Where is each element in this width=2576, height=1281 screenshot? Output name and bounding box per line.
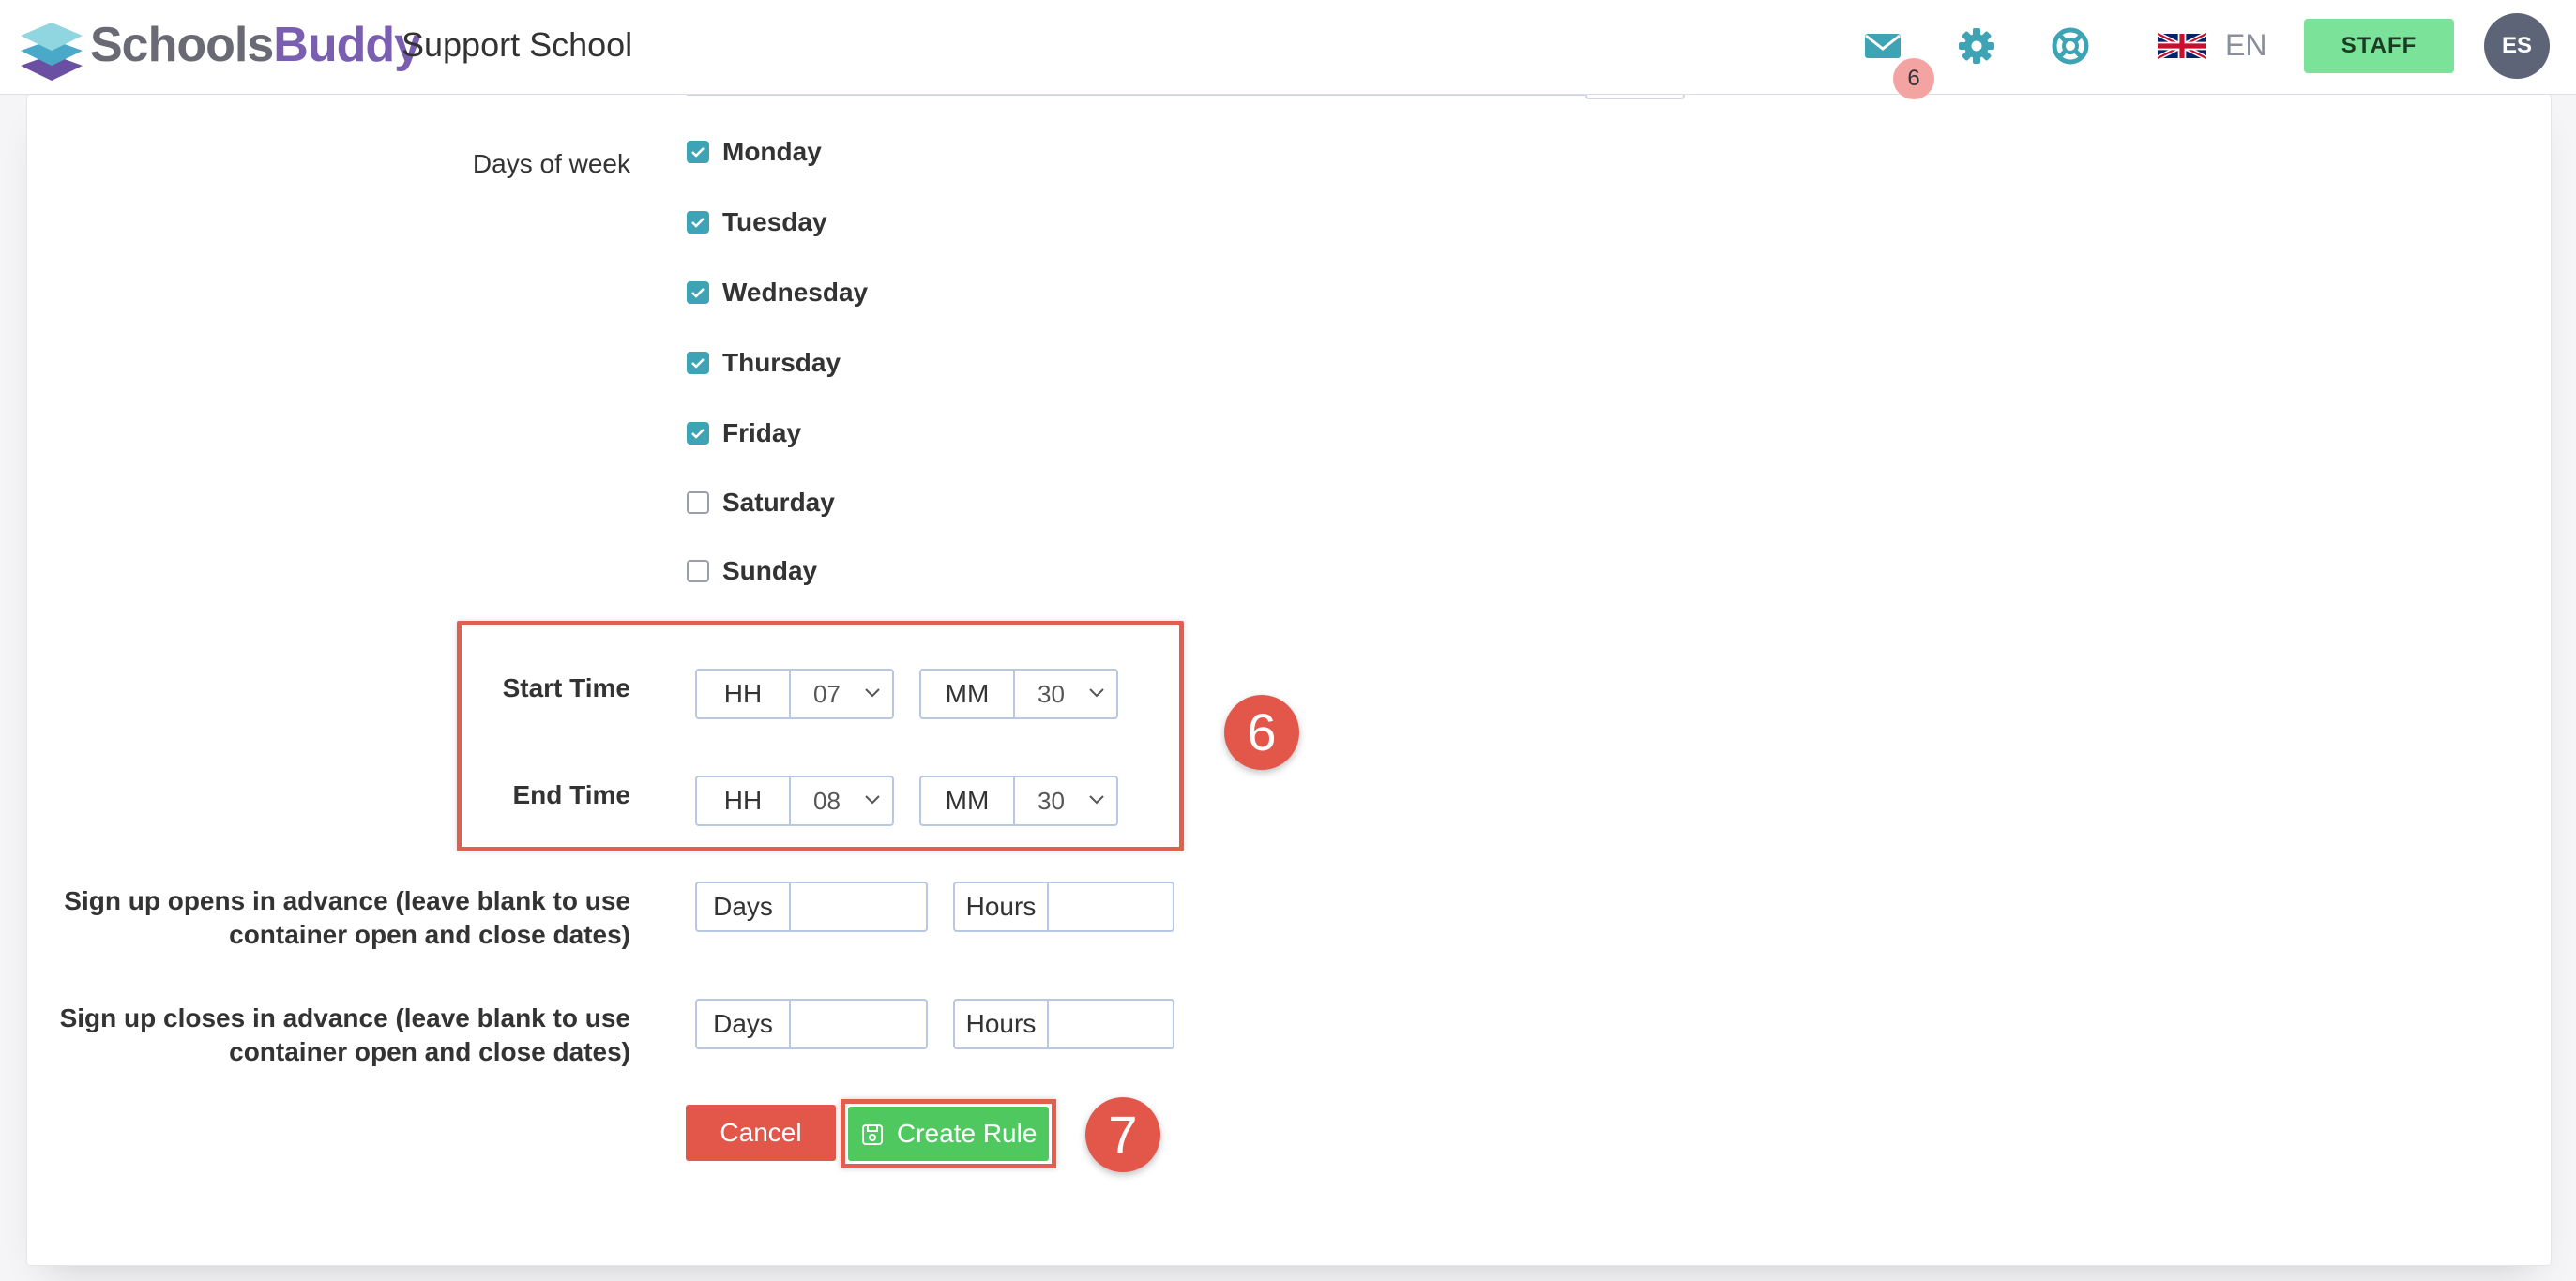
signup-opens-label: Sign up opens in advance (leave blank to… [56, 884, 630, 952]
closes-hours-input[interactable] [1047, 999, 1174, 1049]
day-option-wednesday[interactable]: Wednesday [687, 274, 868, 311]
checkbox-label-monday: Monday [722, 137, 822, 166]
step-marker-6: 6 [1224, 695, 1299, 770]
cancel-button[interactable]: Cancel [686, 1105, 836, 1161]
day-option-friday[interactable]: Friday [687, 414, 801, 452]
signup-closes-label: Sign up closes in advance (leave blank t… [56, 1002, 630, 1069]
closes-days-input[interactable] [789, 999, 928, 1049]
checkbox-label-sunday: Sunday [722, 556, 818, 585]
day-option-sunday[interactable]: Sunday [687, 552, 817, 590]
end-time-label: End Time [512, 780, 630, 809]
opens-hours-input[interactable] [1047, 882, 1174, 932]
start-hh-addon: HH [695, 669, 791, 719]
opens-days-input[interactable] [789, 882, 928, 932]
checkbox-label-tuesday: Tuesday [722, 207, 827, 236]
check-icon [691, 218, 705, 228]
mail-count-badge: 6 [1893, 58, 1934, 99]
lifebuoy-icon[interactable] [2049, 24, 2092, 68]
end-minute-value: 30 [1038, 787, 1065, 815]
signup-closes-label-line1: Sign up closes in advance (leave blank t… [59, 1003, 630, 1032]
logo-word-schools: Schools [90, 18, 274, 72]
day-option-thursday[interactable]: Thursday [687, 344, 841, 382]
check-icon [691, 147, 705, 158]
create-rule-label: Create Rule [897, 1119, 1038, 1148]
check-icon [691, 288, 705, 298]
top-header: SchoolsBuddy Support School 6 EN STAFF E… [0, 0, 2576, 99]
checkbox-label-saturday: Saturday [722, 488, 835, 517]
chevron-down-icon [1089, 795, 1104, 805]
end-hour-value: 08 [813, 787, 841, 815]
save-icon [862, 1124, 883, 1145]
start-minute-select[interactable]: 30 [1013, 669, 1118, 719]
opens-days-addon: Days [695, 882, 791, 932]
check-icon [691, 429, 705, 439]
chevron-down-icon [1089, 688, 1104, 698]
step-marker-7: 7 [1085, 1097, 1160, 1172]
logo-wordmark[interactable]: SchoolsBuddy [90, 17, 421, 73]
end-minute-select[interactable]: 30 [1013, 776, 1118, 826]
start-time-label: Start Time [502, 673, 630, 702]
start-hour-select[interactable]: 07 [789, 669, 894, 719]
start-mm-addon: MM [919, 669, 1015, 719]
create-rule-button[interactable]: Create Rule [848, 1107, 1049, 1161]
start-minute-value: 30 [1038, 680, 1065, 708]
school-name: Support School [402, 25, 633, 64]
closes-days-addon: Days [695, 999, 791, 1049]
schoolsbuddy-logo-icon[interactable] [21, 13, 83, 81]
chevron-down-icon [865, 795, 880, 805]
checkbox-monday[interactable] [687, 141, 709, 163]
day-option-tuesday[interactable]: Tuesday [687, 203, 827, 241]
checkbox-wednesday[interactable] [687, 281, 709, 304]
user-avatar[interactable]: ES [2484, 13, 2550, 79]
gear-icon[interactable] [1955, 24, 1998, 68]
checkbox-label-thursday: Thursday [722, 348, 841, 377]
start-hour-value: 07 [813, 680, 841, 708]
check-icon [691, 358, 705, 369]
signup-opens-label-line2: container open and close dates) [229, 920, 630, 949]
closes-hours-addon: Hours [953, 999, 1049, 1049]
days-of-week-label: Days of week [472, 149, 630, 178]
checkbox-tuesday[interactable] [687, 211, 709, 234]
end-mm-addon: MM [919, 776, 1015, 826]
checkbox-thursday[interactable] [687, 352, 709, 374]
signup-opens-label-line1: Sign up opens in advance (leave blank to… [64, 886, 630, 915]
end-hour-select[interactable]: 08 [789, 776, 894, 826]
end-hh-addon: HH [695, 776, 791, 826]
day-option-saturday[interactable]: Saturday [687, 484, 835, 521]
staff-role-button[interactable]: STAFF [2304, 19, 2454, 73]
day-option-monday[interactable]: Monday [687, 133, 822, 171]
chevron-down-icon [865, 688, 880, 698]
mail-icon[interactable] [1861, 24, 1904, 68]
logo-word-buddy: Buddy [273, 18, 421, 72]
checkbox-sunday[interactable] [687, 560, 709, 582]
signup-closes-label-line2: container open and close dates) [229, 1037, 630, 1066]
checkbox-label-friday: Friday [722, 418, 802, 447]
language-selector[interactable]: EN [2225, 26, 2266, 64]
uk-flag-icon[interactable] [2158, 32, 2206, 60]
checkbox-label-wednesday: Wednesday [722, 278, 869, 307]
checkbox-saturday[interactable] [687, 491, 709, 514]
opens-hours-addon: Hours [953, 882, 1049, 932]
checkbox-friday[interactable] [687, 422, 709, 445]
